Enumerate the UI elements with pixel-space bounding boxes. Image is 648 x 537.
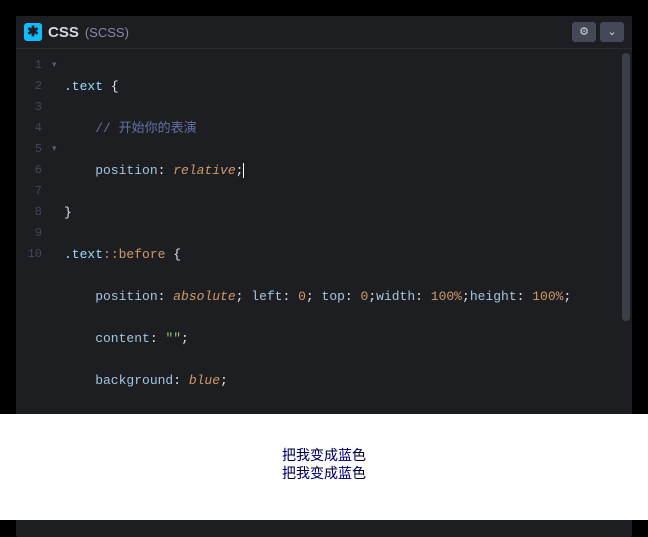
vertical-scrollbar[interactable] — [622, 53, 630, 321]
line-number: 10 — [24, 244, 42, 265]
code-line[interactable]: .text::before { — [64, 244, 622, 265]
line-number: 7 — [24, 181, 42, 202]
chevron-down-icon: ⌄ — [607, 25, 616, 39]
gear-icon: ⚙ — [579, 25, 589, 39]
demo-text: 把我变成蓝色 把我变成蓝色 — [282, 446, 366, 520]
line-number: 4 — [24, 118, 42, 139]
text-cursor — [243, 163, 244, 178]
code-line[interactable]: // 开始你的表演 — [64, 118, 622, 139]
lang-label: CSS — [48, 24, 79, 41]
collapse-button[interactable]: ⌄ — [600, 22, 624, 42]
line-number: 8 — [24, 202, 42, 223]
fold-marker-icon[interactable]: ▾ — [52, 139, 64, 160]
line-number: 9 — [24, 223, 42, 244]
css-badge-icon: ✱ — [24, 23, 42, 41]
line-number: 5 — [24, 139, 42, 160]
settings-button[interactable]: ⚙ — [572, 22, 596, 42]
line-number: 3 — [24, 97, 42, 118]
header-title-group: ✱ CSS (SCSS) — [24, 23, 129, 41]
code-line[interactable]: background: blue; — [64, 370, 622, 391]
line-number: 6 — [24, 160, 42, 181]
demo-line: 把我变成蓝色 — [282, 446, 366, 464]
code-line[interactable]: } — [64, 202, 622, 223]
demo-line: 把我变成蓝色 — [282, 464, 366, 482]
code-line[interactable]: position: absolute; left: 0; top: 0;widt… — [64, 286, 622, 307]
code-line[interactable]: .text { — [64, 76, 622, 97]
code-line[interactable]: position: relative; — [64, 160, 622, 181]
preview-pane: 把我变成蓝色 把我变成蓝色 — [0, 414, 648, 520]
line-number: 1 — [24, 55, 42, 76]
fold-marker-icon[interactable]: ▾ — [52, 55, 64, 76]
line-number: 2 — [24, 76, 42, 97]
lang-sublabel: (SCSS) — [85, 25, 129, 40]
editor-header: ✱ CSS (SCSS) ⚙ ⌄ — [16, 16, 632, 49]
code-line[interactable]: content: ""; — [64, 328, 622, 349]
header-actions: ⚙ ⌄ — [572, 22, 624, 42]
